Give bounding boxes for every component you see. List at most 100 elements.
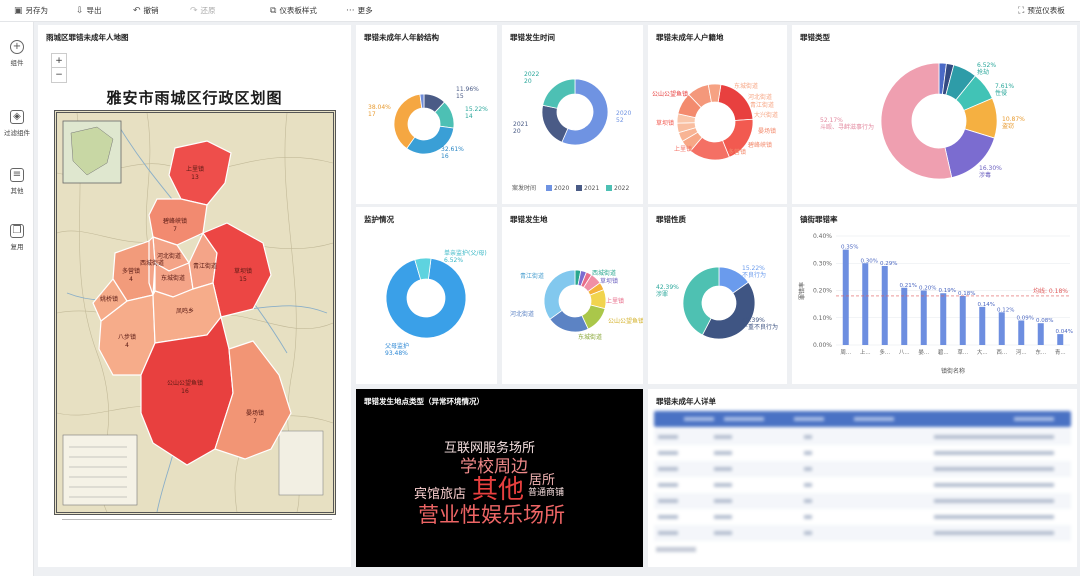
bar[interactable]: [998, 312, 1005, 345]
guardian-donut-chart[interactable]: 父母监护 93.48% 单亲监护(父/母) 6.52%: [356, 207, 497, 384]
sidebar-item-label: 过滤组件: [4, 129, 30, 137]
slice-label: 7.61%性侵: [995, 83, 1014, 97]
bar[interactable]: [1018, 320, 1025, 345]
slice-label: 公山公望鱼镇: [652, 90, 688, 98]
cube-icon: ◈: [10, 110, 24, 124]
pie-slice[interactable]: [541, 104, 569, 143]
type-donut-chart[interactable]: 6.52%抢劫 7.61%性侵 10.87%盗窃 16.30%涉毒 52.17%斗殴、寻…: [792, 25, 1077, 204]
bar[interactable]: [1057, 334, 1064, 345]
x-axis-label: 镇街名称: [941, 367, 965, 375]
table-cells-blurred: [654, 431, 1071, 546]
bar[interactable]: [979, 306, 986, 345]
bar-value-label: 0.04%: [1056, 329, 1073, 335]
bar[interactable]: [1037, 323, 1044, 345]
map-region-label: 青江街道: [193, 262, 217, 270]
slice-label: 河北街道: [510, 310, 534, 318]
x-tick-label: 周...: [840, 349, 851, 356]
table-pagination: [656, 547, 696, 552]
table-header: [654, 411, 1071, 427]
guardian-panel: 监护情况 父母监护 93.48% 单亲监护(父/母) 6.52%: [356, 207, 497, 384]
legend-title: 案发时间: [512, 184, 536, 192]
redo-button[interactable]: ↷ 还原: [190, 0, 216, 22]
age-structure-panel: 罪错未成年人年龄结构 11.96% 15 15.22% 14 32.61% 16 38.04…: [356, 25, 497, 204]
rate-bar-chart[interactable]: 0.00% 0.10% 0.20% 0.30% 0.40% 罪错率 0.35% 周... 0.3…: [792, 207, 1077, 384]
bar[interactable]: [959, 295, 966, 345]
save-icon: ▣: [14, 6, 23, 16]
bar[interactable]: [881, 265, 888, 345]
bar[interactable]: [901, 287, 908, 345]
export-icon: ⇩: [76, 6, 84, 16]
slice-label: 大兴街道: [754, 111, 778, 119]
toolbar: ▣ 另存为 ⇩ 导出 ↶ 撤销 ↷ 还原 ⧉ 仪表板样式 ··· 更多 ⛶ 预览仪表板: [0, 0, 1080, 22]
sidebar-item-other[interactable]: ≡ 其他: [0, 168, 34, 195]
map-panel: 雨城区罪错未成年人地图 + − 雅安市雨城区行政区划图 上里镇 13 碧峰峡镇 …: [38, 25, 351, 567]
word-entertainment-venue[interactable]: 营业性娱乐场所: [418, 499, 565, 529]
sidebar-item-label: 组件: [10, 59, 24, 67]
save-as-button[interactable]: ▣ 另存为: [14, 0, 48, 22]
wordcloud-panel-title: 罪错发生地点类型（异常环境情况）: [364, 397, 484, 406]
place-panel: 罪错发生地 西城街道 草坝镇 上里镇 公山公望鱼镇 东城街道 河北街道 青江街道: [502, 207, 643, 384]
time-donut-chart[interactable]: 2020 52 2021 20 2022 20 案发时间 2020 2021 2022: [502, 25, 643, 204]
preview-dashboard-button[interactable]: ⛶ 预览仪表板: [1018, 0, 1065, 22]
hometown-donut-chart[interactable]: 公山公望鱼镇草坝镇上里镇 东城街道河北街道青江街道大兴街道晏场镇碧峰峡镇多营镇: [648, 25, 787, 204]
map-image-title: 雅安市雨城区行政区划图: [106, 89, 283, 107]
time-panel: 罪错发生时间 2020 52 2021 20 2022 20 案发时间 2020 2021 202…: [502, 25, 643, 204]
redo-icon: ↷: [190, 6, 198, 16]
nature-donut-chart[interactable]: 15.22%不良行为 42.39%严重不良行为 42.39%涉罪: [648, 207, 787, 384]
legend-label[interactable]: 2021: [584, 185, 599, 192]
undo-button[interactable]: ↶ 撤销: [133, 0, 159, 22]
y-tick-label: 0.10%: [813, 315, 832, 322]
y-tick-label: 0.30%: [813, 260, 832, 267]
slice-label: 2022 20: [524, 71, 539, 85]
sidebar-item-filter-components[interactable]: ◈ 过滤组件: [0, 110, 34, 137]
slice-label: 42.39%严重不良行为: [742, 317, 778, 331]
slice-label: 青江街道: [520, 272, 544, 280]
bar-value-label: 0.12%: [997, 307, 1014, 313]
word-ordinary-shop[interactable]: 普通商铺: [528, 485, 564, 498]
bar[interactable]: [862, 263, 869, 345]
slice-label: 多营镇: [728, 148, 746, 156]
place-donut-chart[interactable]: 西城街道草坝镇上里镇公山公望鱼镇东城街道 河北街道 青江街道: [502, 207, 643, 384]
pie-slice[interactable]: [543, 269, 576, 320]
bar-value-label: 0.35%: [841, 245, 858, 251]
bar[interactable]: [940, 293, 947, 345]
slice-label: 16.30%涉毒: [979, 165, 1002, 179]
legend-label[interactable]: 2020: [554, 185, 569, 192]
slice-label: 42.39%涉罪: [656, 284, 679, 298]
x-tick-label: 河...: [1016, 348, 1027, 356]
x-tick-label: 八...: [899, 350, 910, 356]
x-tick-label: 上...: [860, 348, 871, 356]
map-region-label: 姚桥镇: [100, 295, 118, 303]
x-tick-label: 大...: [977, 348, 988, 356]
slice-label: 草坝镇: [656, 119, 674, 127]
slice-label: 15.22% 14: [465, 106, 488, 120]
bar-value-label: 0.30%: [861, 258, 878, 264]
legend-label[interactable]: 2022: [614, 185, 629, 192]
zoom-in-button[interactable]: +: [52, 54, 66, 68]
dashboard-style-button[interactable]: ⧉ 仪表板样式: [270, 0, 317, 22]
bar[interactable]: [842, 249, 849, 345]
legend-swatch: [606, 185, 612, 191]
map-zoom-control: + −: [51, 53, 67, 83]
slice-label: 草坝镇: [600, 277, 618, 285]
bar-value-label: 0.09%: [1017, 315, 1034, 321]
zoom-out-button[interactable]: −: [52, 68, 66, 82]
slice-label: 2021 20: [513, 121, 528, 135]
sidebar-item-components[interactable]: + 组件: [0, 40, 34, 67]
age-donut-chart[interactable]: 11.96% 15 15.22% 14 32.61% 16 38.04% 17: [356, 25, 497, 204]
slice-label: 西城街道: [592, 269, 616, 277]
more-button[interactable]: ··· 更多: [346, 0, 373, 22]
export-button[interactable]: ⇩ 导出: [76, 0, 102, 22]
slice-label: 32.61% 16: [441, 146, 464, 160]
pie-slice[interactable]: [542, 78, 576, 109]
bar[interactable]: [920, 290, 927, 346]
x-tick-label: 东...: [1035, 348, 1046, 356]
sidebar-item-reuse[interactable]: ❐ 复用: [0, 224, 34, 251]
slice-label: 6.52%抢劫: [977, 62, 996, 76]
administrative-map[interactable]: 上里镇 13 碧峰峡镇 7 多营镇 4 河北街道 东城街道 青江街道 西城街道 草坝镇 15 八步镇 4 姚…: [54, 110, 336, 515]
x-tick-label: 碧...: [938, 348, 949, 356]
y-tick-label: 0.40%: [813, 233, 832, 240]
slice-label: 上里镇: [674, 145, 692, 153]
slice-label: 东城街道: [734, 82, 758, 90]
y-axis-label: 罪错率: [798, 282, 806, 300]
